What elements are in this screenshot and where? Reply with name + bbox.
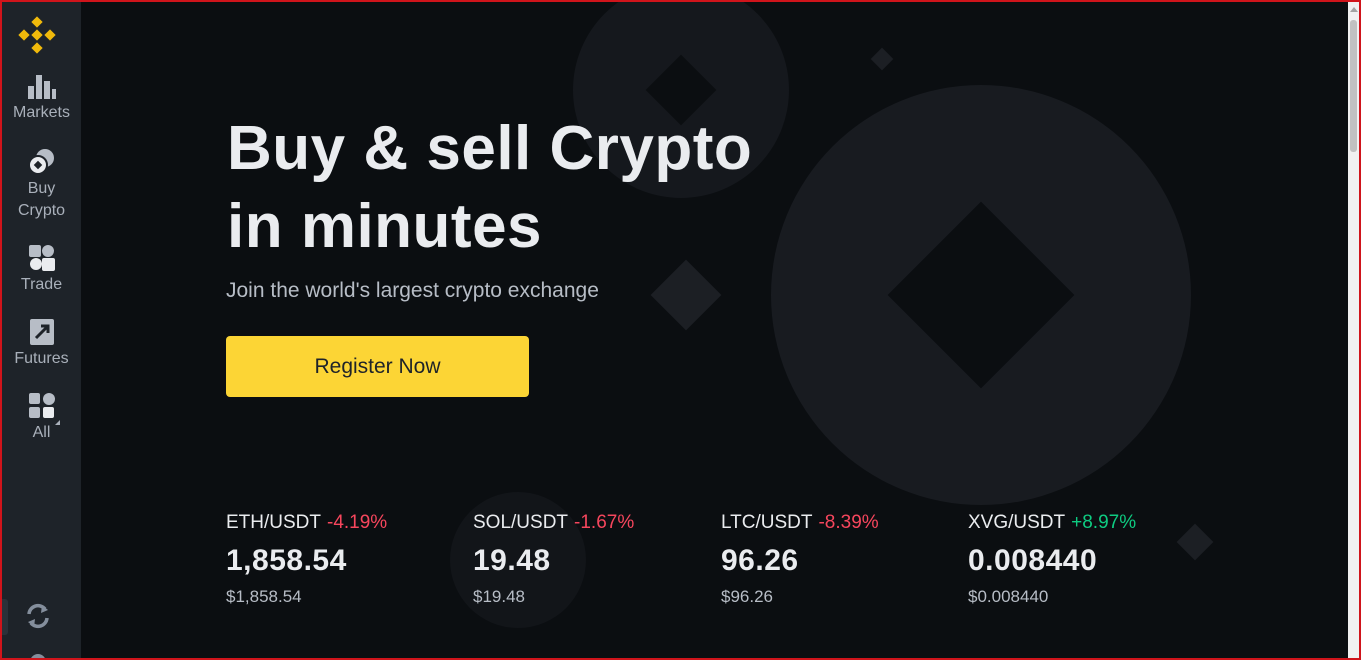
sidebar-item-label: Buy	[27, 180, 56, 197]
hero-title: Buy & sell Crypto in minutes	[227, 110, 752, 266]
main-hero: Buy & sell Crypto in minutes Join the wo…	[81, 2, 1348, 658]
ticker-price: 0.008440	[968, 544, 1098, 577]
sidebar-item-markets[interactable]: Markets	[2, 72, 81, 124]
scrollbar-thumb[interactable]	[1350, 20, 1357, 152]
sync-icon[interactable]	[24, 602, 52, 630]
ticker-card[interactable]: ETH/USDT -4.19% 1,858.54 $1,858.54	[226, 512, 466, 607]
expand-caret-icon	[55, 420, 60, 425]
hero-title-line: Buy & sell Crypto	[227, 114, 753, 183]
sidebar-item-label: All	[32, 424, 51, 441]
sidebar-item-label: Trade	[20, 276, 63, 293]
sidebar-item-buy-crypto[interactable]: Buy Crypto	[2, 148, 81, 222]
ticker-price: 1,858.54	[226, 544, 347, 577]
register-now-button[interactable]: Register Now	[226, 336, 529, 397]
settings-icon[interactable]	[24, 650, 52, 660]
sidebar-item-label: Markets	[13, 104, 70, 121]
ticker-price: 19.48	[473, 544, 551, 577]
ticker-pair: SOL/USDT	[473, 512, 569, 533]
sidebar-nav: Markets Buy Crypto Trade Futures All	[2, 2, 81, 660]
ticker-pair: LTC/USDT	[721, 512, 813, 533]
ticker-pair-row: LTC/USDT -8.39%	[721, 512, 961, 534]
ticker-usd-price: $0.008440	[968, 587, 1049, 606]
ticker-change: +8.97%	[1071, 512, 1137, 533]
ticker-card[interactable]: LTC/USDT -8.39% 96.26 $96.26	[721, 512, 961, 607]
ticker-change: -4.19%	[327, 512, 388, 533]
vertical-scrollbar[interactable]	[1348, 2, 1359, 658]
sidebar-item-all[interactable]: All	[2, 392, 81, 444]
ticker-pair: XVG/USDT	[968, 512, 1066, 533]
scroll-up-arrow-icon[interactable]	[1350, 7, 1358, 12]
ticker-card[interactable]: XVG/USDT +8.97% 0.008440 $0.008440	[968, 512, 1208, 607]
sidebar-item-futures[interactable]: Futures	[2, 318, 81, 370]
markets-bar-chart-icon	[27, 75, 56, 99]
trade-icon	[28, 245, 55, 271]
ticker-pair: ETH/USDT	[226, 512, 321, 533]
ticker-usd-price: $1,858.54	[226, 587, 302, 606]
ticker-card[interactable]: SOL/USDT -1.67% 19.48 $19.48	[473, 512, 713, 607]
buy-crypto-coins-icon	[27, 149, 54, 175]
sidebar-item-label: Crypto	[17, 202, 66, 219]
hero-title-line: in minutes	[227, 192, 543, 261]
ticker-change: -8.39%	[818, 512, 879, 533]
sidebar-handle[interactable]	[2, 599, 8, 635]
ticker-pair-row: XVG/USDT +8.97%	[968, 512, 1208, 534]
grid-all-icon	[28, 393, 55, 418]
futures-icon	[29, 319, 54, 345]
ticker-usd-price: $96.26	[721, 587, 773, 606]
ticker-pair-row: ETH/USDT -4.19%	[226, 512, 466, 534]
sidebar-item-trade[interactable]: Trade	[2, 244, 81, 296]
sidebar-item-label: Futures	[14, 350, 69, 367]
ticker-pair-row: SOL/USDT -1.67%	[473, 512, 713, 534]
ticker-change: -1.67%	[574, 512, 635, 533]
binance-logo-icon[interactable]	[18, 16, 56, 54]
hero-subtitle: Join the world's largest crypto exchange	[226, 279, 599, 302]
ticker-price: 96.26	[721, 544, 799, 577]
ticker-usd-price: $19.48	[473, 587, 525, 606]
